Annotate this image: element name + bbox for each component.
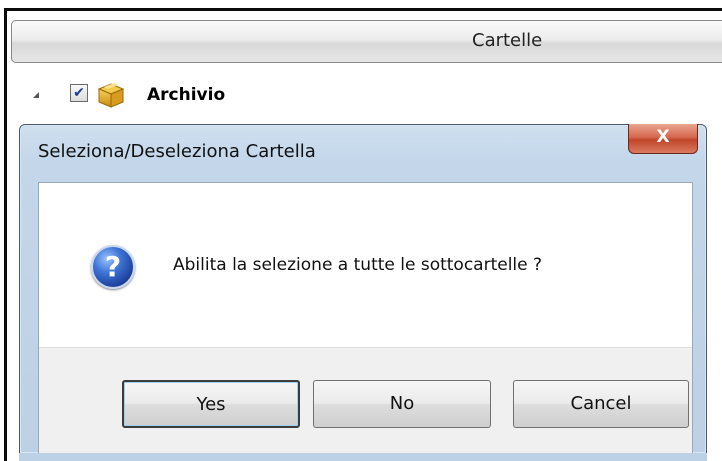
archive-box-icon — [96, 80, 126, 108]
question-icon: ? — [91, 245, 135, 289]
close-button[interactable]: X — [628, 124, 698, 154]
folders-header-title: Cartelle — [472, 30, 543, 51]
screen: Cartelle ✔ Archivio Seleziona/Deselezion… — [0, 0, 722, 461]
folders-header[interactable]: Cartelle — [11, 20, 722, 63]
dialog-message: Abilita la selezione a tutte le sottocar… — [173, 255, 543, 275]
dialog-body: ? Abilita la selezione a tutte le sottoc… — [38, 182, 693, 454]
yes-button[interactable]: Yes — [122, 380, 300, 428]
message-area: ? Abilita la selezione a tutte le sottoc… — [39, 183, 692, 347]
close-icon: X — [656, 127, 670, 147]
dialog-button-bar: Yes No Cancel — [39, 347, 692, 454]
tree-checkbox[interactable]: ✔ — [70, 84, 88, 102]
tree-item-label: Archivio — [147, 85, 226, 105]
dialog-title: Seleziona/Deseleziona Cartella — [38, 141, 316, 162]
tree-item-archivio[interactable]: ✔ Archivio — [28, 80, 428, 112]
no-button[interactable]: No — [313, 380, 491, 428]
cancel-button[interactable]: Cancel — [513, 380, 689, 428]
dialog-bottom-border — [19, 453, 707, 461]
confirm-dialog: Seleziona/Deseleziona Cartella X ? Abili… — [19, 124, 707, 454]
expand-arrow-icon[interactable] — [33, 92, 39, 98]
